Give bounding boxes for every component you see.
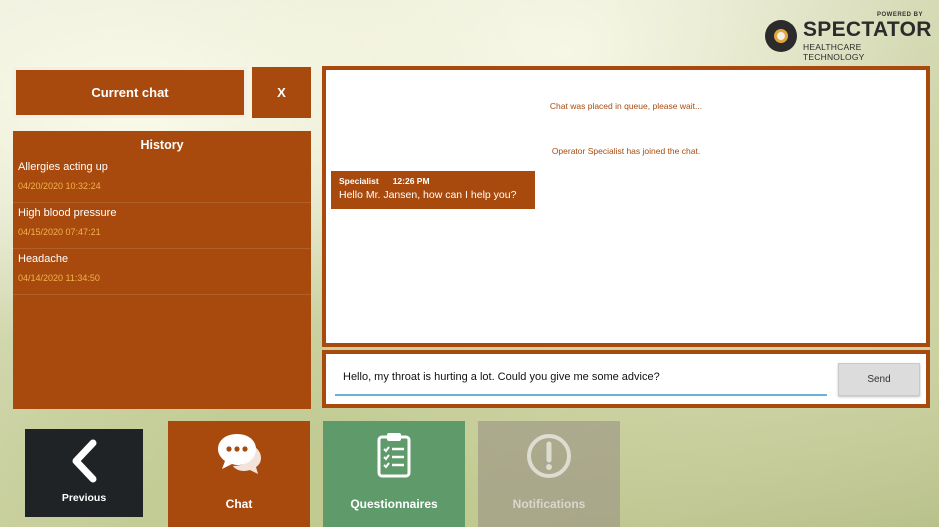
message-meta: Specialist 12:26 PM <box>339 176 527 186</box>
previous-label: Previous <box>61 492 107 504</box>
history-item[interactable]: High blood pressure 04/15/2020 07:47:21 <box>13 203 311 249</box>
send-button[interactable]: Send <box>838 363 920 396</box>
chat-window: Chat was placed in queue, please wait...… <box>322 66 930 347</box>
message-input[interactable] <box>335 360 827 396</box>
system-message: Operator Specialist has joined the chat. <box>551 146 701 156</box>
close-chat-button[interactable]: X <box>252 67 311 118</box>
message-input-area: Send <box>322 350 930 408</box>
chevron-left-icon <box>25 439 143 483</box>
spectator-logo: POWERED BY SPECTATOR HEALTHCARE TECHNOLO… <box>765 12 931 62</box>
message-sender: Specialist <box>339 176 379 186</box>
history-item[interactable]: Headache 04/14/2020 11:34:50 <box>13 249 311 295</box>
nav-questionnaires-label: Questionnaires <box>350 497 438 511</box>
previous-button[interactable]: Previous <box>25 429 143 517</box>
history-item-name: Headache <box>18 253 69 265</box>
history-item[interactable]: Allergies acting up 04/20/2020 10:32:24 <box>13 157 311 203</box>
logo-brand: SPECTATOR <box>803 18 932 41</box>
exclamation-circle-icon <box>478 433 620 479</box>
message-time: 12:26 PM <box>392 176 430 186</box>
history-panel: History Allergies acting up 04/20/2020 1… <box>13 131 311 409</box>
chat-bubbles-icon <box>168 431 310 477</box>
history-item-date: 04/20/2020 10:32:24 <box>18 181 101 191</box>
logo-mark-icon <box>765 20 797 52</box>
history-title: History <box>140 138 184 152</box>
nav-questionnaires-button[interactable]: Questionnaires <box>323 421 465 527</box>
logo-tagline: HEALTHCARE TECHNOLOGY <box>803 42 865 62</box>
history-item-name: Allergies acting up <box>18 161 108 173</box>
nav-notifications-button[interactable]: Notifications <box>478 421 620 527</box>
system-message: Chat was placed in queue, please wait... <box>549 101 703 111</box>
history-item-date: 04/14/2020 11:34:50 <box>18 273 100 283</box>
history-item-name: High blood pressure <box>18 207 117 219</box>
history-item-date: 04/15/2020 07:47:21 <box>18 227 101 237</box>
current-chat-button[interactable]: Current chat <box>13 67 247 118</box>
chat-message-bubble: Specialist 12:26 PM Hello Mr. Jansen, how… <box>331 171 535 209</box>
nav-chat-label: Chat <box>225 497 253 511</box>
clipboard-checklist-icon <box>323 431 465 479</box>
nav-notifications-label: Notifications <box>512 497 586 511</box>
nav-chat-button[interactable]: Chat <box>168 421 310 527</box>
message-text: Hello Mr. Jansen, how can I help you? <box>339 189 517 201</box>
